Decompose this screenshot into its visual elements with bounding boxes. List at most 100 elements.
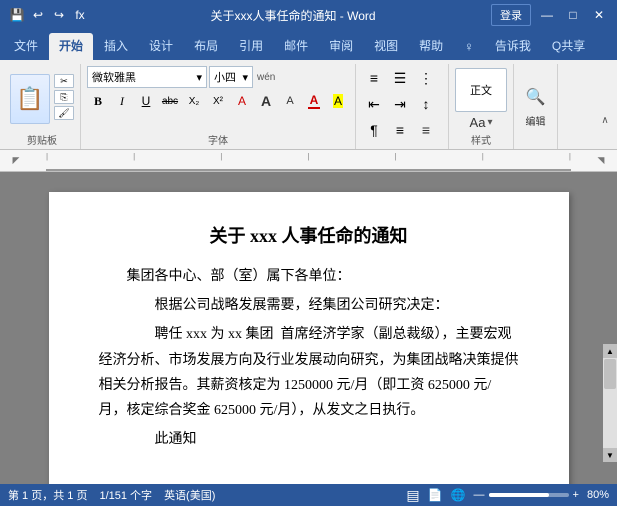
view-print-icon[interactable]: 📄: [428, 488, 443, 502]
show-marks-button[interactable]: ¶: [362, 118, 386, 142]
tab-insert[interactable]: 插入: [94, 33, 138, 60]
bullets-button[interactable]: ≡: [362, 66, 386, 90]
window-title: 关于xxx人事任命的通知 - Word: [95, 7, 491, 24]
zoom-in-button[interactable]: +: [573, 489, 579, 501]
ruler-mark: |: [482, 152, 484, 161]
document-area: 关于 xxx 人事任命的通知 集团各中心、部（室）属下各单位： 根据公司战略发展…: [0, 172, 617, 484]
ruler-mark: |: [569, 152, 571, 161]
minimize-button[interactable]: —: [537, 7, 557, 23]
size-dropdown-icon: ▾: [242, 71, 248, 84]
doc-paragraph-2: 根据公司战略发展需要，经集团公司研究决定：: [99, 293, 519, 318]
tab-help[interactable]: 帮助: [409, 33, 453, 60]
font-row1: 微软雅黑 ▾ 小四 ▾ wén: [87, 66, 349, 88]
doc-paragraph-1: 集团各中心、部（室）属下各单位：: [99, 264, 519, 289]
ribbon-collapse-button[interactable]: ∧: [597, 112, 613, 128]
clipboard-group: 📋 ✂ ⎘ 🖌 剪贴板: [4, 64, 81, 149]
edit-group: 🔍 编辑: [514, 64, 558, 149]
highlight-button[interactable]: A: [327, 91, 349, 111]
subscript-button[interactable]: X₂: [183, 91, 205, 111]
status-left: 第 1 页，共 1 页 1/151 个字 英语(美国): [8, 487, 215, 503]
paste-area: 📋 ✂ ⎘ 🖌: [10, 74, 74, 124]
increase-indent-button[interactable]: ⇥: [388, 92, 412, 116]
tab-layout[interactable]: 布局: [184, 33, 228, 60]
copy-button[interactable]: ⎘: [54, 90, 74, 104]
tab-file[interactable]: 文件: [4, 33, 48, 60]
save-icon[interactable]: 💾: [8, 6, 26, 24]
font-color-button[interactable]: A: [303, 91, 325, 111]
style-group: 正文 Aa ▾ 样式: [449, 64, 514, 149]
status-right: ▤ 📄 🌐 — + 80%: [406, 487, 609, 504]
shrink-font-button[interactable]: A: [279, 91, 301, 111]
tab-share[interactable]: Q共享: [542, 33, 595, 60]
formula-icon[interactable]: fx: [71, 6, 89, 24]
undo-icon[interactable]: ↩: [29, 6, 47, 24]
align-center-button[interactable]: ≡: [414, 118, 438, 142]
quick-access-toolbar: 💾 ↩ ↪ fx: [8, 6, 89, 24]
style-dropdown-icon[interactable]: ▾: [487, 117, 492, 128]
tab-references[interactable]: 引用: [229, 33, 273, 60]
word-count: 1/151 个字: [99, 487, 152, 503]
zoom-level: 80%: [587, 489, 609, 501]
tab-tell-me[interactable]: 告诉我: [485, 33, 541, 60]
tab-review[interactable]: 审阅: [319, 33, 363, 60]
superscript-button[interactable]: X²: [207, 91, 229, 111]
ruler-mark: |: [395, 152, 397, 161]
zoom-fill: [489, 493, 549, 497]
paste-sub-buttons: ✂ ⎘ 🖌: [54, 74, 74, 120]
font-dropdown-icon: ▾: [196, 71, 202, 84]
zoom-bar: — +: [474, 489, 579, 501]
status-bar: 第 1 页，共 1 页 1/151 个字 英语(美国) ▤ 📄 🌐 — + 80…: [0, 484, 617, 506]
format-painter-button[interactable]: 🖌: [54, 106, 74, 120]
font-label: 字体: [208, 132, 228, 149]
tab-view[interactable]: 视图: [364, 33, 408, 60]
ruler-left-margin: ◤: [6, 155, 26, 166]
decrease-indent-button[interactable]: ⇤: [362, 92, 386, 116]
style-content: 正文 Aa ▾: [455, 66, 507, 132]
scroll-thumb[interactable]: [604, 359, 616, 389]
style-label: 样式: [471, 132, 491, 149]
tab-mailings[interactable]: 邮件: [274, 33, 318, 60]
login-button[interactable]: 登录: [491, 4, 531, 26]
ruler: ◤ | | | | | | | ◥: [0, 150, 617, 172]
redo-icon[interactable]: ↪: [50, 6, 68, 24]
maximize-button[interactable]: □: [563, 7, 583, 23]
ruler-mark: |: [46, 152, 48, 161]
numbering-button[interactable]: ☰: [388, 66, 412, 90]
font-row2: B I U abc X₂ X² A A A A A: [87, 91, 349, 111]
scrollbar-vertical[interactable]: ▲ ▼: [603, 344, 617, 462]
style-a-icon: Aa: [470, 115, 486, 130]
clear-format-button[interactable]: A: [231, 91, 253, 111]
scroll-down-button[interactable]: ▼: [603, 448, 617, 462]
view-web-icon[interactable]: 🌐: [451, 488, 466, 502]
clipboard-label: 剪贴板: [27, 132, 57, 149]
bold-button[interactable]: B: [87, 91, 109, 111]
cut-button[interactable]: ✂: [54, 74, 74, 88]
font-size-select[interactable]: 小四 ▾: [209, 66, 253, 88]
font-name-select[interactable]: 微软雅黑 ▾: [87, 66, 207, 88]
strikethrough-button[interactable]: abc: [159, 91, 181, 111]
ribbon: 📋 ✂ ⎘ 🖌 剪贴板 微软雅黑 ▾ 小四: [0, 60, 617, 150]
zoom-out-button[interactable]: —: [474, 489, 485, 501]
document-page[interactable]: 关于 xxx 人事任命的通知 集团各中心、部（室）属下各单位： 根据公司战略发展…: [49, 192, 569, 484]
style-normal-button[interactable]: 正文: [455, 68, 507, 112]
paste-button[interactable]: 📋: [10, 74, 50, 124]
tab-home[interactable]: 开始: [49, 33, 93, 60]
italic-button[interactable]: I: [111, 91, 133, 111]
multilevel-button[interactable]: ⋮: [414, 66, 438, 90]
doc-paragraph-3: 聘任 xxx 为 xx 集团 首席经济学家（副总裁级），主要宏观经济分析、市场发…: [99, 322, 519, 423]
scroll-up-button[interactable]: ▲: [603, 344, 617, 358]
underline-button[interactable]: U: [135, 91, 157, 111]
ruler-right-margin: ◥: [591, 155, 611, 166]
grow-font-button[interactable]: A: [255, 91, 277, 111]
ribbon-tab-bar: 文件 开始 插入 设计 布局 引用 邮件 审阅 视图 帮助 ♀ 告诉我 Q共享: [0, 30, 617, 60]
align-left-button[interactable]: ≡: [388, 118, 412, 142]
document-title: 关于 xxx 人事任命的通知: [99, 222, 519, 248]
tab-female-icon[interactable]: ♀: [454, 35, 484, 60]
tab-design[interactable]: 设计: [139, 33, 183, 60]
search-replace-button[interactable]: 🔍: [524, 85, 548, 109]
paragraph-group: ≡ ☰ ⋮ ⇤ ⇥ ↕ ¶ ≡ ≡ ≡ ≡ ↕ ▲ □ 段落: [356, 64, 449, 149]
zoom-slider[interactable]: [489, 493, 569, 497]
close-button[interactable]: ✕: [589, 7, 609, 23]
sort-button[interactable]: ↕: [414, 92, 438, 116]
view-normal-icon[interactable]: ▤: [406, 487, 419, 504]
